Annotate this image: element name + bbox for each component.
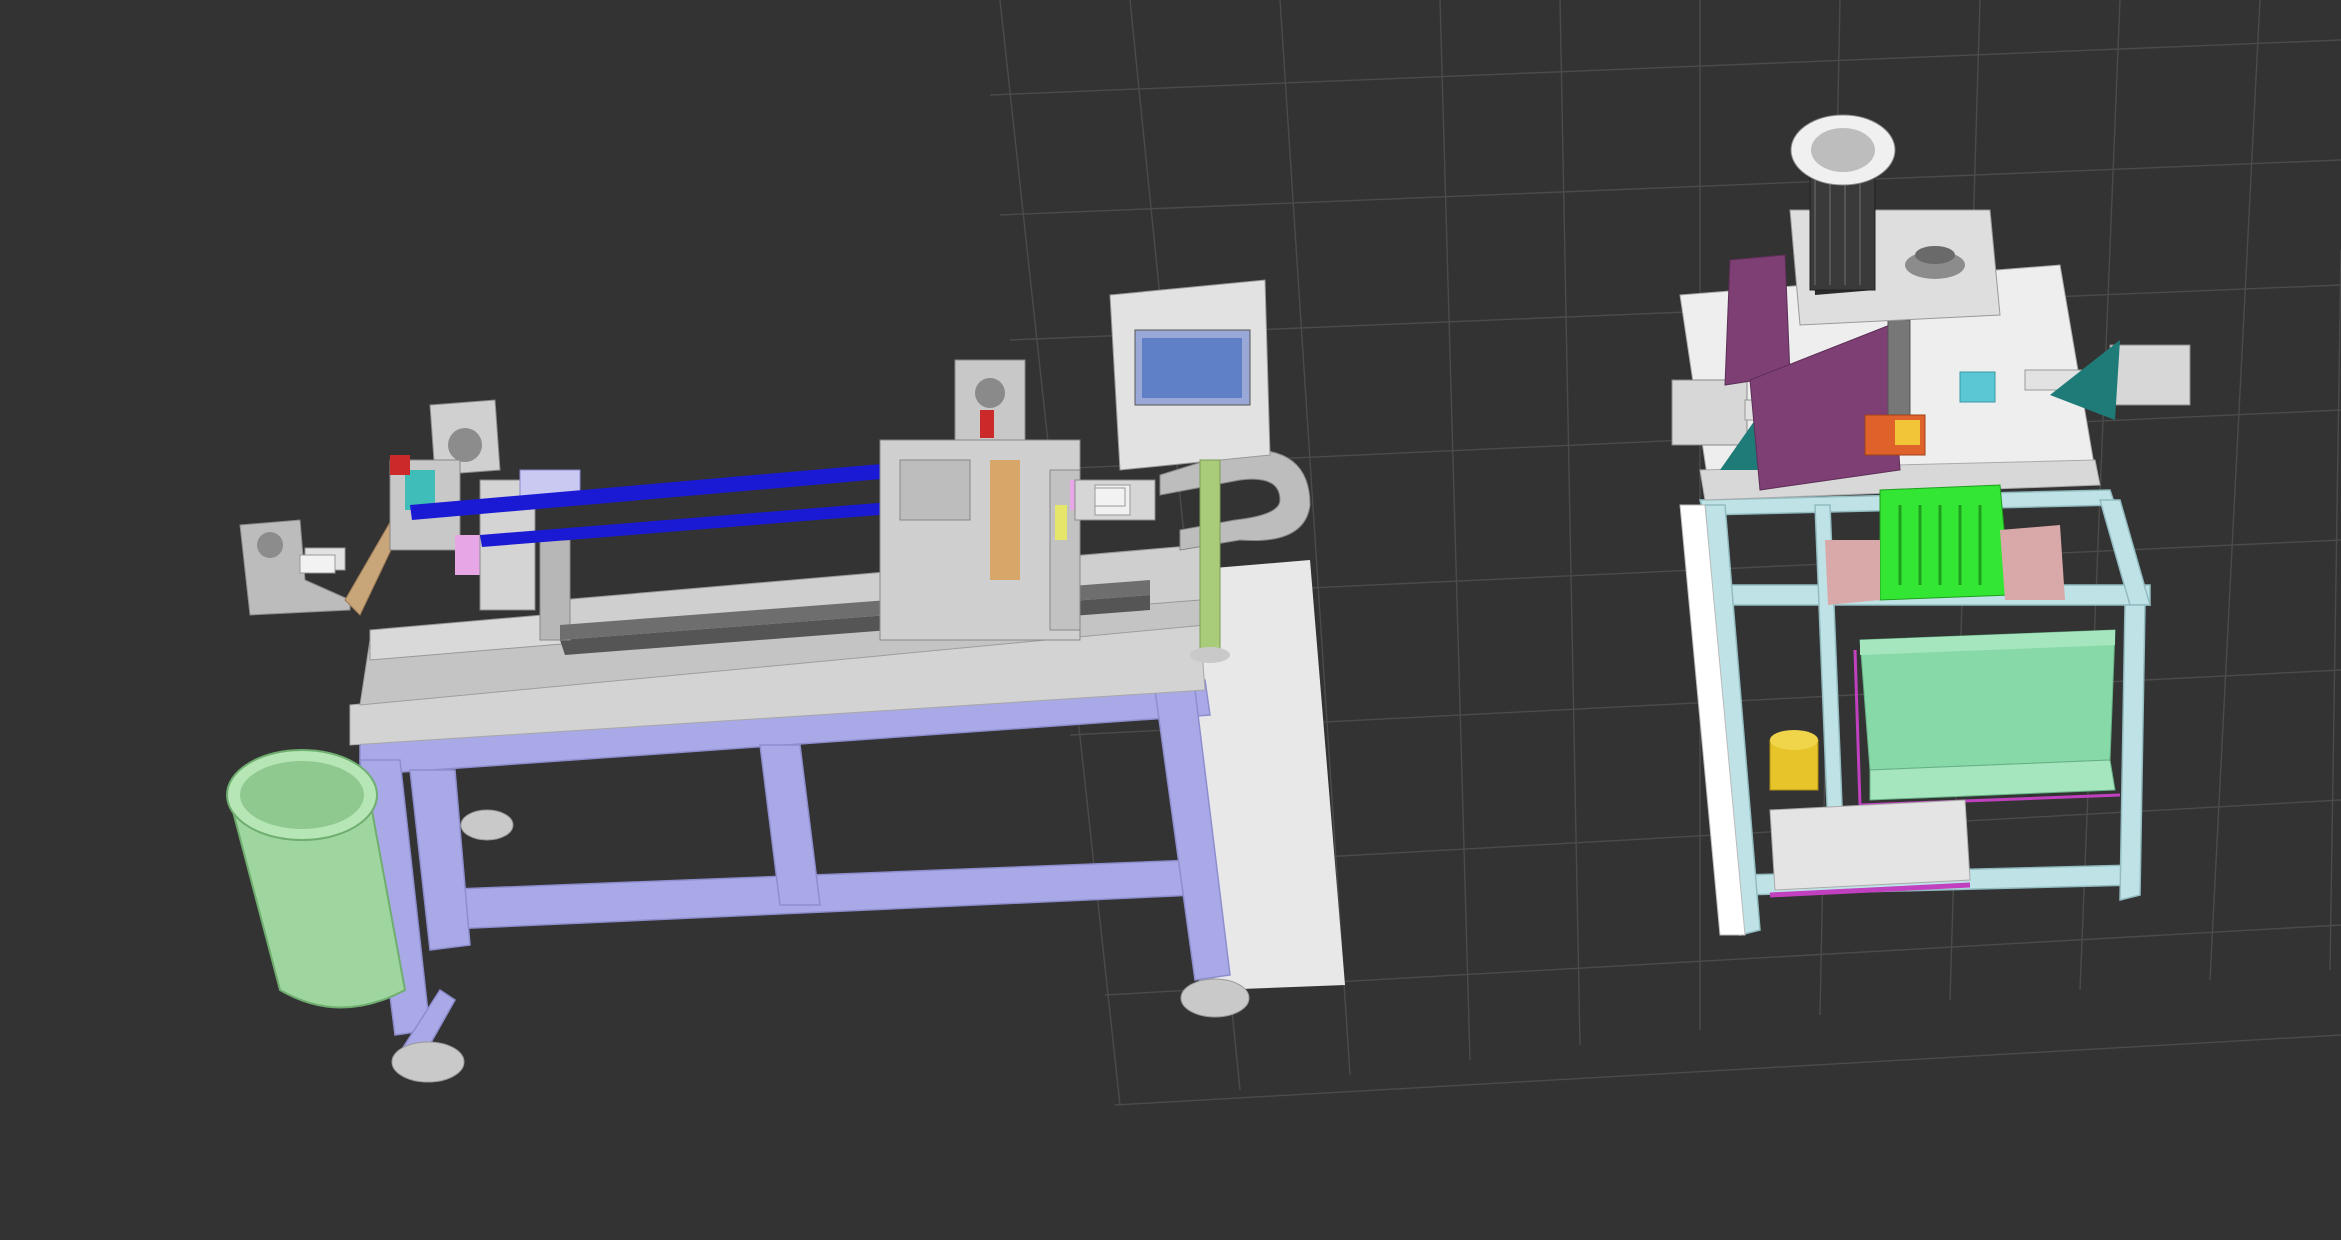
leveling-foot — [1180, 978, 1250, 1018]
control-panel[interactable] — [1109, 279, 1271, 471]
leveling-foot — [460, 809, 514, 841]
cad-3d-viewport[interactable] — [0, 0, 2341, 1240]
leveling-foot — [391, 1041, 465, 1083]
support-post — [1199, 459, 1221, 656]
guard-panel — [1724, 254, 1791, 386]
lower-box — [1769, 799, 1971, 891]
collection-bin — [1859, 629, 2116, 801]
